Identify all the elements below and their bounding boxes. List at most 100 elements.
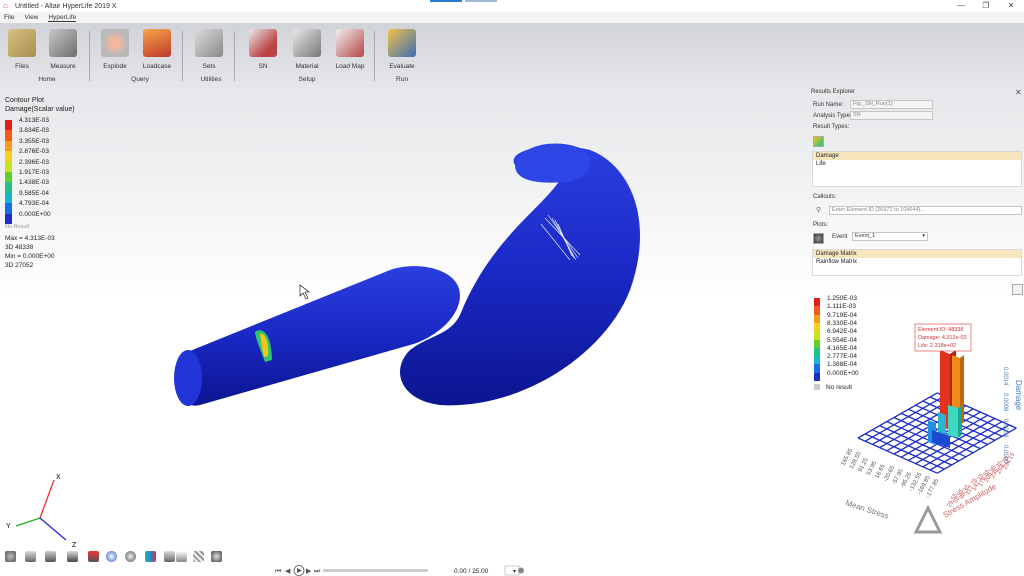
menu-file[interactable]: File <box>4 14 14 21</box>
first-frame-icon[interactable]: ⏮ <box>275 568 281 575</box>
app-logo-icon: ⌂ <box>3 1 8 10</box>
result-types-list: Damage Life <box>812 151 1022 187</box>
group-utilities-label: Utilities <box>200 76 222 83</box>
pointer-icon[interactable] <box>176 551 187 562</box>
z-tick-label: 0.0004 <box>1002 419 1008 438</box>
z-tick-label: 0.0008 <box>1002 393 1008 412</box>
legend-swatch <box>5 192 12 204</box>
axes-triad: X Y Z <box>6 474 77 549</box>
files-label: Files <box>15 63 29 70</box>
legend-swatch <box>814 314 820 324</box>
sn-tool[interactable]: SN <box>241 29 285 70</box>
play-icon[interactable] <box>106 551 117 562</box>
legend-swatch <box>814 298 820 307</box>
callout-element-input[interactable]: Enter Element ID (26972 to 104644)... <box>829 206 1022 215</box>
material-tool[interactable]: Material <box>285 29 329 70</box>
run-name-field[interactable]: Fig._SN_Run(1) <box>850 100 933 109</box>
result-type-damage[interactable]: Damage <box>813 152 1021 160</box>
explode-tool[interactable]: Explode <box>93 29 137 70</box>
last-frame-icon[interactable]: ⏭ <box>314 568 321 575</box>
legend-label: 3.834E-03 <box>19 127 49 135</box>
contour-plot-title: Contour Plot <box>5 97 44 104</box>
section-icon[interactable] <box>88 551 99 562</box>
callout-line3: Life: 2.318e+02 <box>918 343 956 349</box>
plot-icon[interactable] <box>813 233 824 244</box>
close-button[interactable]: ✕ <box>1000 0 1022 12</box>
axis-y-label: Y <box>6 523 11 530</box>
measure-bottom-icon[interactable] <box>164 551 175 562</box>
contour-min: Min = 0.000E+00 <box>5 253 55 260</box>
svg-text:▾: ▾ <box>513 569 516 575</box>
legend-swatch <box>5 172 12 183</box>
result-types-label: Result Types: <box>813 124 850 130</box>
legend-swatch <box>814 347 820 357</box>
load-map-tool[interactable]: Load Map <box>328 29 372 70</box>
measure-icon <box>49 29 77 57</box>
evaluate-icon <box>388 29 416 57</box>
box-icon[interactable] <box>67 551 78 562</box>
next-frame-icon[interactable]: ▶ <box>306 568 312 575</box>
event-select[interactable]: Event_1 ▾ <box>852 232 928 241</box>
cube-view-icon[interactable] <box>45 551 56 562</box>
camera-icon[interactable] <box>211 551 222 562</box>
contour-max: Max = 4.313E-03 <box>5 235 55 242</box>
event-select-value: Event_1 <box>855 233 876 239</box>
event-label: Event <box>832 234 848 240</box>
result-type-life[interactable]: Life <box>813 160 1021 168</box>
mesh-icon[interactable] <box>193 551 204 562</box>
axis-icon[interactable] <box>25 551 36 562</box>
legend-swatch <box>5 130 12 141</box>
time-readout: 0.00 / 25.00 <box>454 568 489 575</box>
callouts-label: Callouts: <box>813 194 837 200</box>
legend-icon[interactable] <box>145 551 156 562</box>
damage-matrix-plot[interactable]: Element ID: 48338 Damage: 4.313e-03 Life… <box>840 320 1024 534</box>
mean-stress-ticks: 165.85128.5591.2553.9516.65-20.65-57.95-… <box>840 447 940 499</box>
legend-label: 1.917E-03 <box>19 169 49 176</box>
analysis-type-field[interactable]: SN <box>850 111 933 120</box>
legend-swatch <box>814 322 820 332</box>
model-viewport[interactable] <box>160 120 680 420</box>
loadcase-tool[interactable]: Loadcase <box>135 29 179 70</box>
measure-tool[interactable]: Measure <box>41 29 85 70</box>
material-label: Material <box>295 63 319 70</box>
loadcase-icon <box>143 29 171 57</box>
evaluate-tool[interactable]: Evaluate <box>380 29 424 70</box>
plot-rainflow-matrix[interactable]: Rainflow Matrix <box>813 258 1021 266</box>
contour-max-id: 3D 48338 <box>5 244 34 251</box>
group-query-label: Query <box>131 76 149 83</box>
loop-icon[interactable] <box>518 567 524 574</box>
zoom-icon[interactable] <box>125 551 136 562</box>
mouse-cursor-icon <box>299 284 310 300</box>
minimize-button[interactable]: — <box>950 0 972 12</box>
filter-icon[interactable]: ⚲ <box>816 206 821 214</box>
load-map-label: Load Map <box>335 63 365 70</box>
restore-button[interactable]: ❐ <box>975 0 997 12</box>
crank-part[interactable] <box>174 143 641 406</box>
files-tool[interactable]: Files <box>0 29 44 70</box>
ribbon-separator <box>182 31 183 81</box>
legend-label: 4.793E-04 <box>19 200 49 208</box>
contour-plot-subtitle: Damage(Scalar value) <box>5 106 75 113</box>
plot-damage-matrix[interactable]: Damage Matrix <box>813 250 1021 258</box>
sets-tool[interactable]: Sets <box>187 29 231 70</box>
ribbon: Files Measure Home Explode Loadcase Quer… <box>0 23 1024 85</box>
title-bar: ⌂ Untitled - Altair HyperLife 2019 X <box>0 0 1024 12</box>
menu-hyperlife[interactable]: HyperLife <box>48 14 77 22</box>
time-slider[interactable] <box>323 569 428 572</box>
result-type-icon[interactable] <box>813 136 824 147</box>
sn-curve-icon <box>249 29 277 57</box>
popout-icon[interactable] <box>1012 284 1023 295</box>
title-accent <box>430 0 462 2</box>
view-icon[interactable] <box>5 551 16 562</box>
legend-swatch <box>814 356 820 365</box>
z-axis-title: Damage <box>1014 380 1023 411</box>
legend-swatch <box>814 372 820 382</box>
speed-select[interactable] <box>504 565 520 576</box>
contour-legend-row: 0.000E+00 <box>5 211 51 224</box>
legend-swatch <box>5 182 12 193</box>
menu-view[interactable]: View <box>24 14 38 21</box>
close-panel-icon[interactable]: ✕ <box>1015 88 1022 97</box>
contour-no-result: No Result <box>5 224 30 230</box>
prev-frame-icon[interactable]: ◀ <box>285 568 291 575</box>
evaluate-label: Evaluate <box>389 63 415 70</box>
